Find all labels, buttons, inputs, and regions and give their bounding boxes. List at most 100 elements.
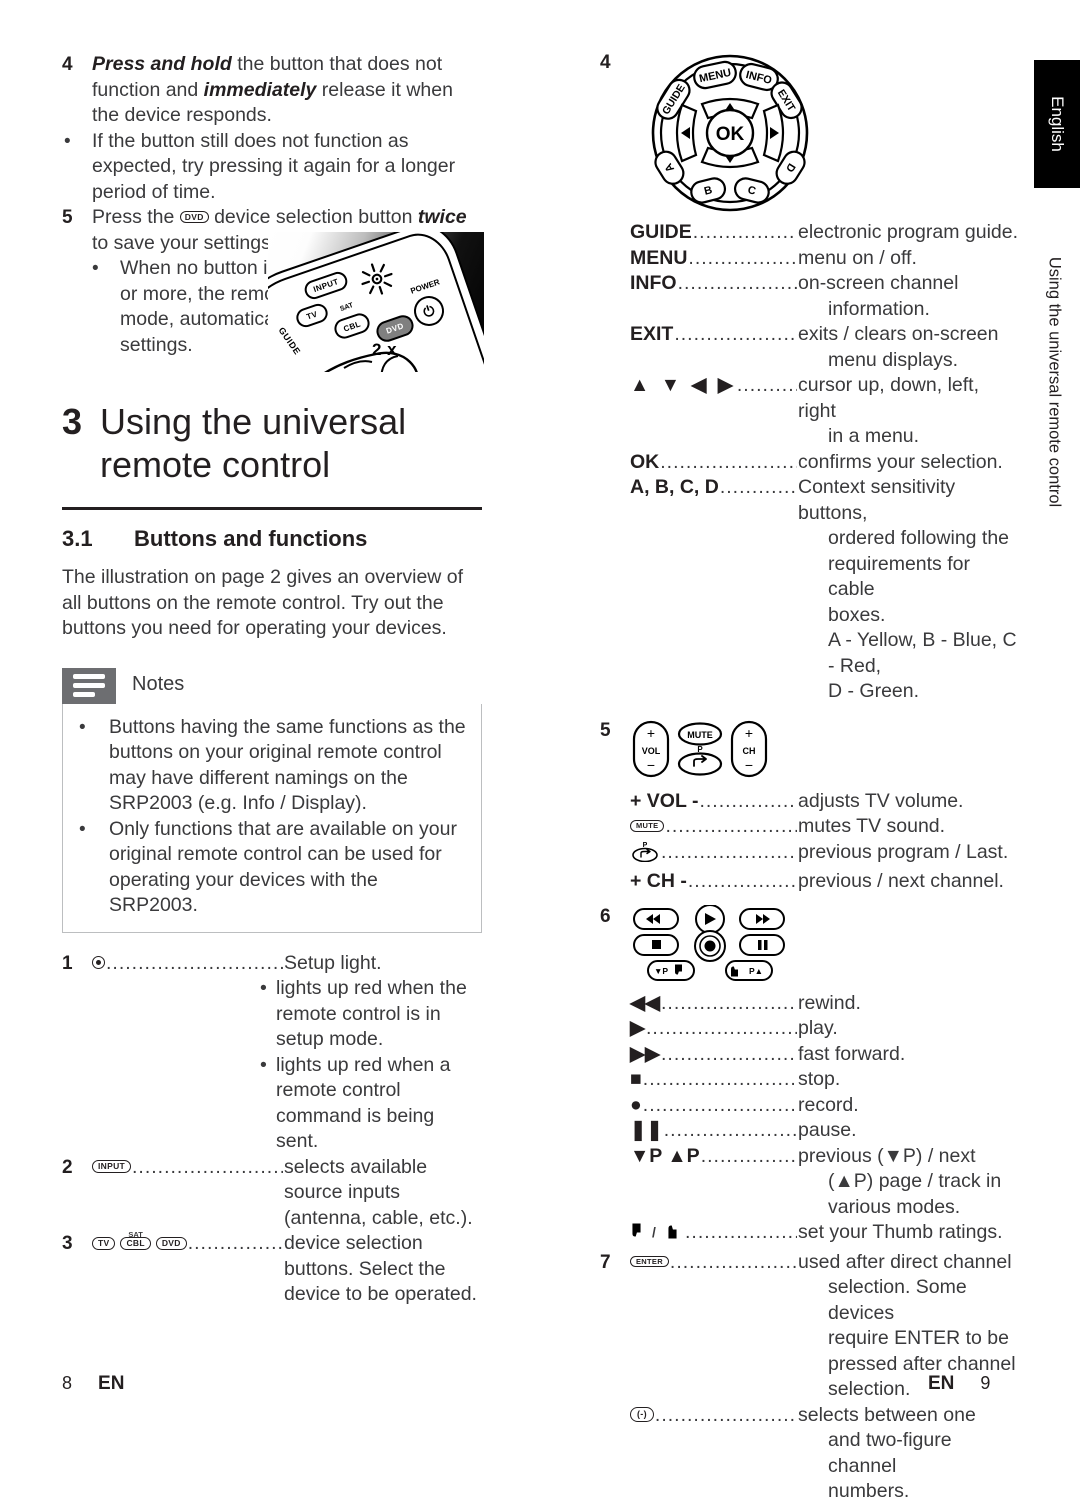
volume-entry-list: + VOL - ................................… <box>600 789 1020 895</box>
rewind-button-icon <box>633 907 679 930</box>
thumbs-rating-icon: / <box>630 1220 684 1250</box>
entry-2-number: 2 <box>62 1156 73 1178</box>
entry-info-key: INFO <box>630 272 677 294</box>
entry-abcd-cont: requirements for cable <box>828 552 970 601</box>
leader-dots: ........................................… <box>661 840 797 863</box>
svg-text:▼P: ▼P <box>654 966 668 976</box>
entry-1-sub: • lights up red when the remote control … <box>62 976 482 1053</box>
entry-play: ▶ ......................................… <box>600 1016 1020 1042</box>
entry-guide: GUIDE ..................................… <box>600 220 1020 246</box>
notes-body: • Buttons having the same functions as t… <box>62 703 482 933</box>
leader-dots: ........................................… <box>688 246 797 269</box>
transport-controls-diagram: ▼P P▲ <box>633 904 785 981</box>
entry-menu-value: menu on / off. <box>798 246 917 269</box>
leader-dots: ........................................… <box>654 1403 797 1426</box>
svg-text:−: − <box>745 757 753 773</box>
entry-info-cont-text: information. <box>828 297 930 320</box>
enter-button-icon: ENTER <box>630 1250 669 1276</box>
dash-button-icon: (-) <box>630 1403 654 1429</box>
leader-dots: ........................................… <box>663 1119 797 1141</box>
ch-rocker-icon: + CH − <box>730 720 768 777</box>
leader-dots: ........................................… <box>700 1144 797 1167</box>
entry-enter-value: used after direct channel <box>798 1250 1012 1273</box>
leader-dots: ........................................… <box>674 323 797 345</box>
svg-text:/: / <box>652 1224 656 1240</box>
entry-record: ● ......................................… <box>600 1093 1020 1119</box>
footer-right: EN 9 <box>928 1373 990 1395</box>
notes-box: Notes • Buttons having the same function… <box>62 667 482 933</box>
footer-left: 8 EN <box>62 1373 124 1395</box>
svg-text:OK: OK <box>716 124 745 145</box>
entry-mute-value: mutes TV sound. <box>798 815 946 837</box>
entry-vol: + VOL - ................................… <box>600 789 1020 815</box>
remote-control-photo: INPUT TV SAT CBL DVD POWER ⏻ GUIDE 2 x <box>268 232 484 372</box>
step-5-middle: device selection button <box>208 206 418 228</box>
dvd-button-icon: DVD <box>155 1237 187 1250</box>
bullet-icon: • <box>260 977 267 999</box>
manual-page: English Using the universal remote contr… <box>0 0 1080 1502</box>
record-icon: ● <box>630 1093 642 1116</box>
stop-button-icon <box>633 933 679 956</box>
entry-abcd-value: Context sensitivity buttons, <box>798 476 956 524</box>
entry-abcd-cont: ordered following the <box>828 527 1010 549</box>
play-button-icon <box>695 904 725 934</box>
svg-text:P▲: P▲ <box>749 966 763 976</box>
chapter-title: Using the universal remote control <box>100 400 482 486</box>
entry-play-value: play. <box>798 1017 838 1039</box>
entry-cursor: ▲ ▼ ◀ ▶ ................................… <box>600 373 1020 424</box>
note-item: • Only functions that are available on y… <box>73 817 467 919</box>
entry-guide-key: GUIDE <box>630 221 692 243</box>
entry-info-cont: information. <box>600 297 1020 323</box>
entry-1-number: 1 <box>62 952 73 974</box>
entry-exit-value: exits / clears on-screen <box>798 323 999 345</box>
leader-dots: ........................................… <box>687 870 797 892</box>
entry-exit-cont: menu displays. <box>600 348 1020 374</box>
entry-last-value: previous program / Last. <box>798 840 1009 863</box>
rewind-icon: ◀◀ <box>630 991 660 1014</box>
prev-page-thumbdown-button-icon: ▼P <box>647 959 695 981</box>
bullet-icon: • <box>79 716 86 738</box>
entry-1: 1 ......................................… <box>62 951 482 977</box>
navpad-right-button <box>762 103 785 163</box>
entry-page-value: previous (▼P) / next <box>798 1144 976 1167</box>
section-paragraph: The illustration on page 2 gives an over… <box>62 566 464 639</box>
leader-dots: ........................................… <box>669 1250 797 1273</box>
leader-dots: ........................................… <box>132 1155 283 1178</box>
entry-abcd-key: A, B, C, D <box>630 476 719 498</box>
entry-1-sub: • lights up red when a remote control co… <box>62 1053 482 1155</box>
record-button-icon <box>694 929 726 962</box>
entry-abcd: A, B, C, D .............................… <box>600 475 1020 526</box>
entry-info: INFO ...................................… <box>600 271 1020 297</box>
entry-1-sub-text: • lights up red when a remote control co… <box>260 1053 470 1155</box>
tv-button-icon: TV <box>92 1237 116 1250</box>
leader-dots: ........................................… <box>665 815 797 837</box>
entry-ch-key: + CH - <box>630 870 687 892</box>
leader-dots: ........................................… <box>642 1093 797 1116</box>
chapter-title-line1: Using the universal <box>100 401 407 442</box>
entry-ch: + CH - .................................… <box>600 869 1020 895</box>
entry-info-value: on-screen channel <box>798 272 959 294</box>
notes-header: Notes <box>62 667 482 704</box>
bullet-icon: • <box>92 258 99 279</box>
language-code-right: EN <box>928 1373 955 1394</box>
svg-text:VOL: VOL <box>642 746 661 756</box>
leader-dots: ........................................… <box>646 1017 797 1039</box>
step-5-before: Press the <box>92 206 180 228</box>
volume-block: 5 + VOL − MUTE P + CH − <box>600 719 1020 779</box>
entry-menu-key: MENU <box>630 246 688 269</box>
entry-ff-value: fast forward. <box>798 1042 906 1065</box>
section-title: Buttons and functions <box>134 526 368 551</box>
entry-ok: OK .....................................… <box>600 450 1020 476</box>
navpad-block: 4 MENU INFO GUIDE EXIT A D B C OK <box>600 52 1020 214</box>
entry-cursor-cont-text: in a menu. <box>828 425 920 447</box>
entry-thumbs: / ......................................… <box>600 1220 1020 1250</box>
navpad-entry-list: GUIDE ..................................… <box>600 220 1020 705</box>
svg-text:MUTE: MUTE <box>687 730 713 740</box>
transport-block: 6 ▼P P▲ <box>600 904 1020 983</box>
navpad-ok-button: OK <box>705 108 755 158</box>
page-number-right: 9 <box>980 1373 991 1393</box>
entry-abcd-cont: boxes. <box>828 603 886 626</box>
cursor-arrows-icon: ▲ ▼ ◀ ▶ <box>630 374 736 396</box>
bullet-icon: • <box>260 1053 267 1076</box>
chapter-number: 3 <box>62 401 83 442</box>
